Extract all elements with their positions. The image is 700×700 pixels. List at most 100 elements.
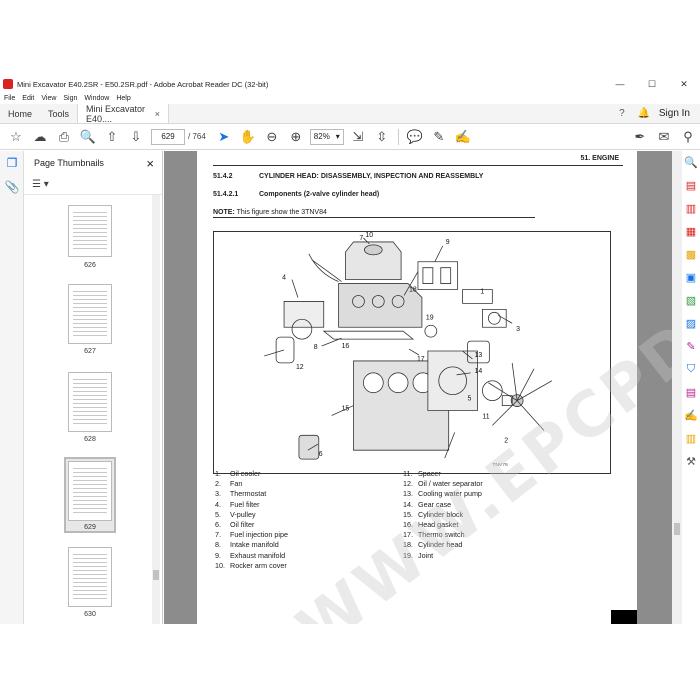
thumbnail-page-selected[interactable]: [68, 461, 112, 521]
thumbnail-label: 629: [84, 524, 96, 531]
document-viewport[interactable]: 51. ENGINE 51.4.2 CYLINDER HEAD: DISASSEM…: [164, 151, 672, 624]
menu-view[interactable]: View: [41, 95, 56, 102]
close-panel-icon[interactable]: ×: [146, 156, 154, 171]
legend-item: 7. Fuel injection pipe: [215, 530, 288, 540]
chevron-down-icon: ▾: [335, 132, 340, 141]
hand-tool-icon[interactable]: ✋: [236, 125, 260, 149]
thumbnail-page[interactable]: [68, 284, 112, 344]
document-scrollbar[interactable]: [672, 151, 682, 624]
figure-label: 4: [282, 275, 286, 282]
thumbnail-page[interactable]: [68, 372, 112, 432]
thumbnail-page[interactable]: [68, 547, 112, 607]
figure-label: 16: [342, 343, 350, 350]
zoom-out-icon[interactable]: ⊖: [260, 125, 284, 149]
notification-bell-icon[interactable]: 🔔: [633, 104, 655, 123]
maximize-button[interactable]: ☐: [636, 79, 668, 90]
more-tools-wrench-icon[interactable]: ⚒: [682, 450, 700, 473]
protect-shield-icon[interactable]: ⛉: [682, 358, 700, 381]
thumbnail-label: 630: [84, 611, 96, 618]
highlight-pen-icon[interactable]: ✎: [427, 125, 451, 149]
tab-home[interactable]: Home: [0, 104, 40, 123]
create-pdf-icon[interactable]: ▤: [682, 174, 700, 197]
figure-label: 15: [342, 406, 350, 413]
organize-pages-icon[interactable]: ▧: [682, 289, 700, 312]
zoom-in-icon[interactable]: ⊕: [284, 125, 308, 149]
thumbnail-label: 628: [84, 436, 96, 443]
next-page-icon[interactable]: ⇩: [124, 125, 148, 149]
print-icon[interactable]: ⎙: [52, 125, 76, 149]
window-title: Mini Excavator E40.2SR - E50.2SR.pdf - A…: [17, 79, 269, 89]
thumbnail-label: 627: [84, 348, 96, 355]
zoom-level-value: 82%: [313, 132, 330, 141]
figure-label: 5: [468, 396, 472, 403]
figure-label: 13: [474, 352, 482, 359]
exploded-engine-diagram: 7 10 9 18 4 8 16 12 1 3 19 17 13 14 15 5…: [213, 231, 611, 474]
bottom-margin: [0, 624, 700, 700]
share-link-icon[interactable]: ⚲: [676, 125, 700, 149]
tab-close-icon[interactable]: ×: [155, 109, 160, 119]
page-thumbnails-icon[interactable]: ❐: [0, 151, 24, 175]
scroll-mode-icon[interactable]: ⇳: [370, 125, 394, 149]
thumbnails-scrollbar[interactable]: [152, 195, 160, 624]
figure-label: 6: [319, 451, 323, 458]
page-fit-icon[interactable]: ⇲: [346, 125, 370, 149]
certificates-icon[interactable]: ✍: [682, 404, 700, 427]
menu-file[interactable]: File: [4, 95, 15, 102]
page-thumbnails-panel: Page Thumbnails × ☰ ▾ 626 627 628 629 63…: [24, 151, 163, 624]
edit-pdf-icon[interactable]: ▥: [682, 197, 700, 220]
legend-item: 6. Oil filter: [215, 519, 255, 529]
legend-item: 3. Thermostat: [215, 489, 267, 499]
tab-document[interactable]: Mini Excavator E40.... ×: [77, 104, 170, 124]
attachments-paperclip-icon[interactable]: 📎: [0, 175, 24, 199]
comment-tool-icon[interactable]: ▩: [682, 243, 700, 266]
close-window-button[interactable]: ✕: [668, 79, 700, 90]
legend-item: 13. Cooling water pump: [403, 489, 482, 499]
thumbnail-options-icon[interactable]: ☰ ▾: [32, 179, 49, 190]
chapter-header: 51. ENGINE: [580, 155, 619, 162]
subsection-heading: 51.4.2.1 Components (2-valve cylinder hea…: [213, 191, 380, 198]
legend-item: 15. Cylinder block: [403, 509, 464, 519]
search-icon[interactable]: 🔍: [76, 125, 100, 149]
scan-ocr-icon[interactable]: ▨: [682, 312, 700, 335]
sign-icon[interactable]: ✍: [451, 125, 475, 149]
figure-label: 18: [409, 287, 417, 294]
legend-item: 14. Gear case: [403, 499, 452, 509]
fill-sign-icon[interactable]: ✒: [628, 125, 652, 149]
fill-and-sign-icon[interactable]: ✎: [682, 335, 700, 358]
zoom-level-select[interactable]: 82% ▾: [309, 128, 344, 145]
menu-window[interactable]: Window: [84, 95, 109, 102]
thumbnails-panel-title: Page Thumbnails: [34, 158, 104, 168]
figure-label: 11: [482, 413, 489, 420]
bookmark-star-icon[interactable]: ☆: [4, 125, 28, 149]
page-corner-mark: [611, 610, 637, 624]
legend-item: 4. Fuel filter: [215, 499, 260, 509]
figure-label: 9: [446, 239, 450, 246]
figure-label: 8: [314, 344, 318, 351]
prepare-form-icon[interactable]: ▥: [682, 427, 700, 450]
send-for-signature-icon[interactable]: ▤: [682, 381, 700, 404]
menu-sign[interactable]: Sign: [63, 95, 77, 102]
help-icon[interactable]: ?: [611, 104, 633, 123]
figure-label: 12: [296, 364, 304, 371]
upload-cloud-icon[interactable]: ☁: [28, 125, 52, 149]
combine-files-icon[interactable]: ▣: [682, 266, 700, 289]
legend-item: 8. Intake manifold: [215, 540, 279, 550]
comment-icon[interactable]: 💬: [403, 125, 427, 149]
menu-edit[interactable]: Edit: [22, 95, 34, 102]
zoom-tool-icon[interactable]: 🔍: [682, 151, 700, 174]
menu-help[interactable]: Help: [116, 95, 130, 102]
page-number-input[interactable]: 629: [151, 128, 185, 145]
minimize-button[interactable]: —: [604, 79, 636, 89]
thumbnail-label: 626: [84, 262, 96, 269]
legend-item: 5. V-pulley: [215, 509, 256, 519]
sign-in-button[interactable]: Sign In: [655, 104, 700, 123]
tab-tools[interactable]: Tools: [40, 104, 77, 123]
export-pdf-icon[interactable]: ▦: [682, 220, 700, 243]
figure-label: 1: [480, 288, 484, 295]
right-tools-rail: 🔍 ▤ ▥ ▦ ▩ ▣ ▧ ▨ ✎ ⛉ ▤ ✍ ▥ ⚒: [682, 151, 700, 624]
email-icon[interactable]: ✉: [652, 125, 676, 149]
select-cursor-icon[interactable]: ➤: [212, 125, 236, 149]
thumbnail-page[interactable]: [68, 205, 112, 257]
figure-code: TNV76: [492, 462, 508, 468]
previous-page-icon[interactable]: ⇧: [100, 125, 124, 149]
